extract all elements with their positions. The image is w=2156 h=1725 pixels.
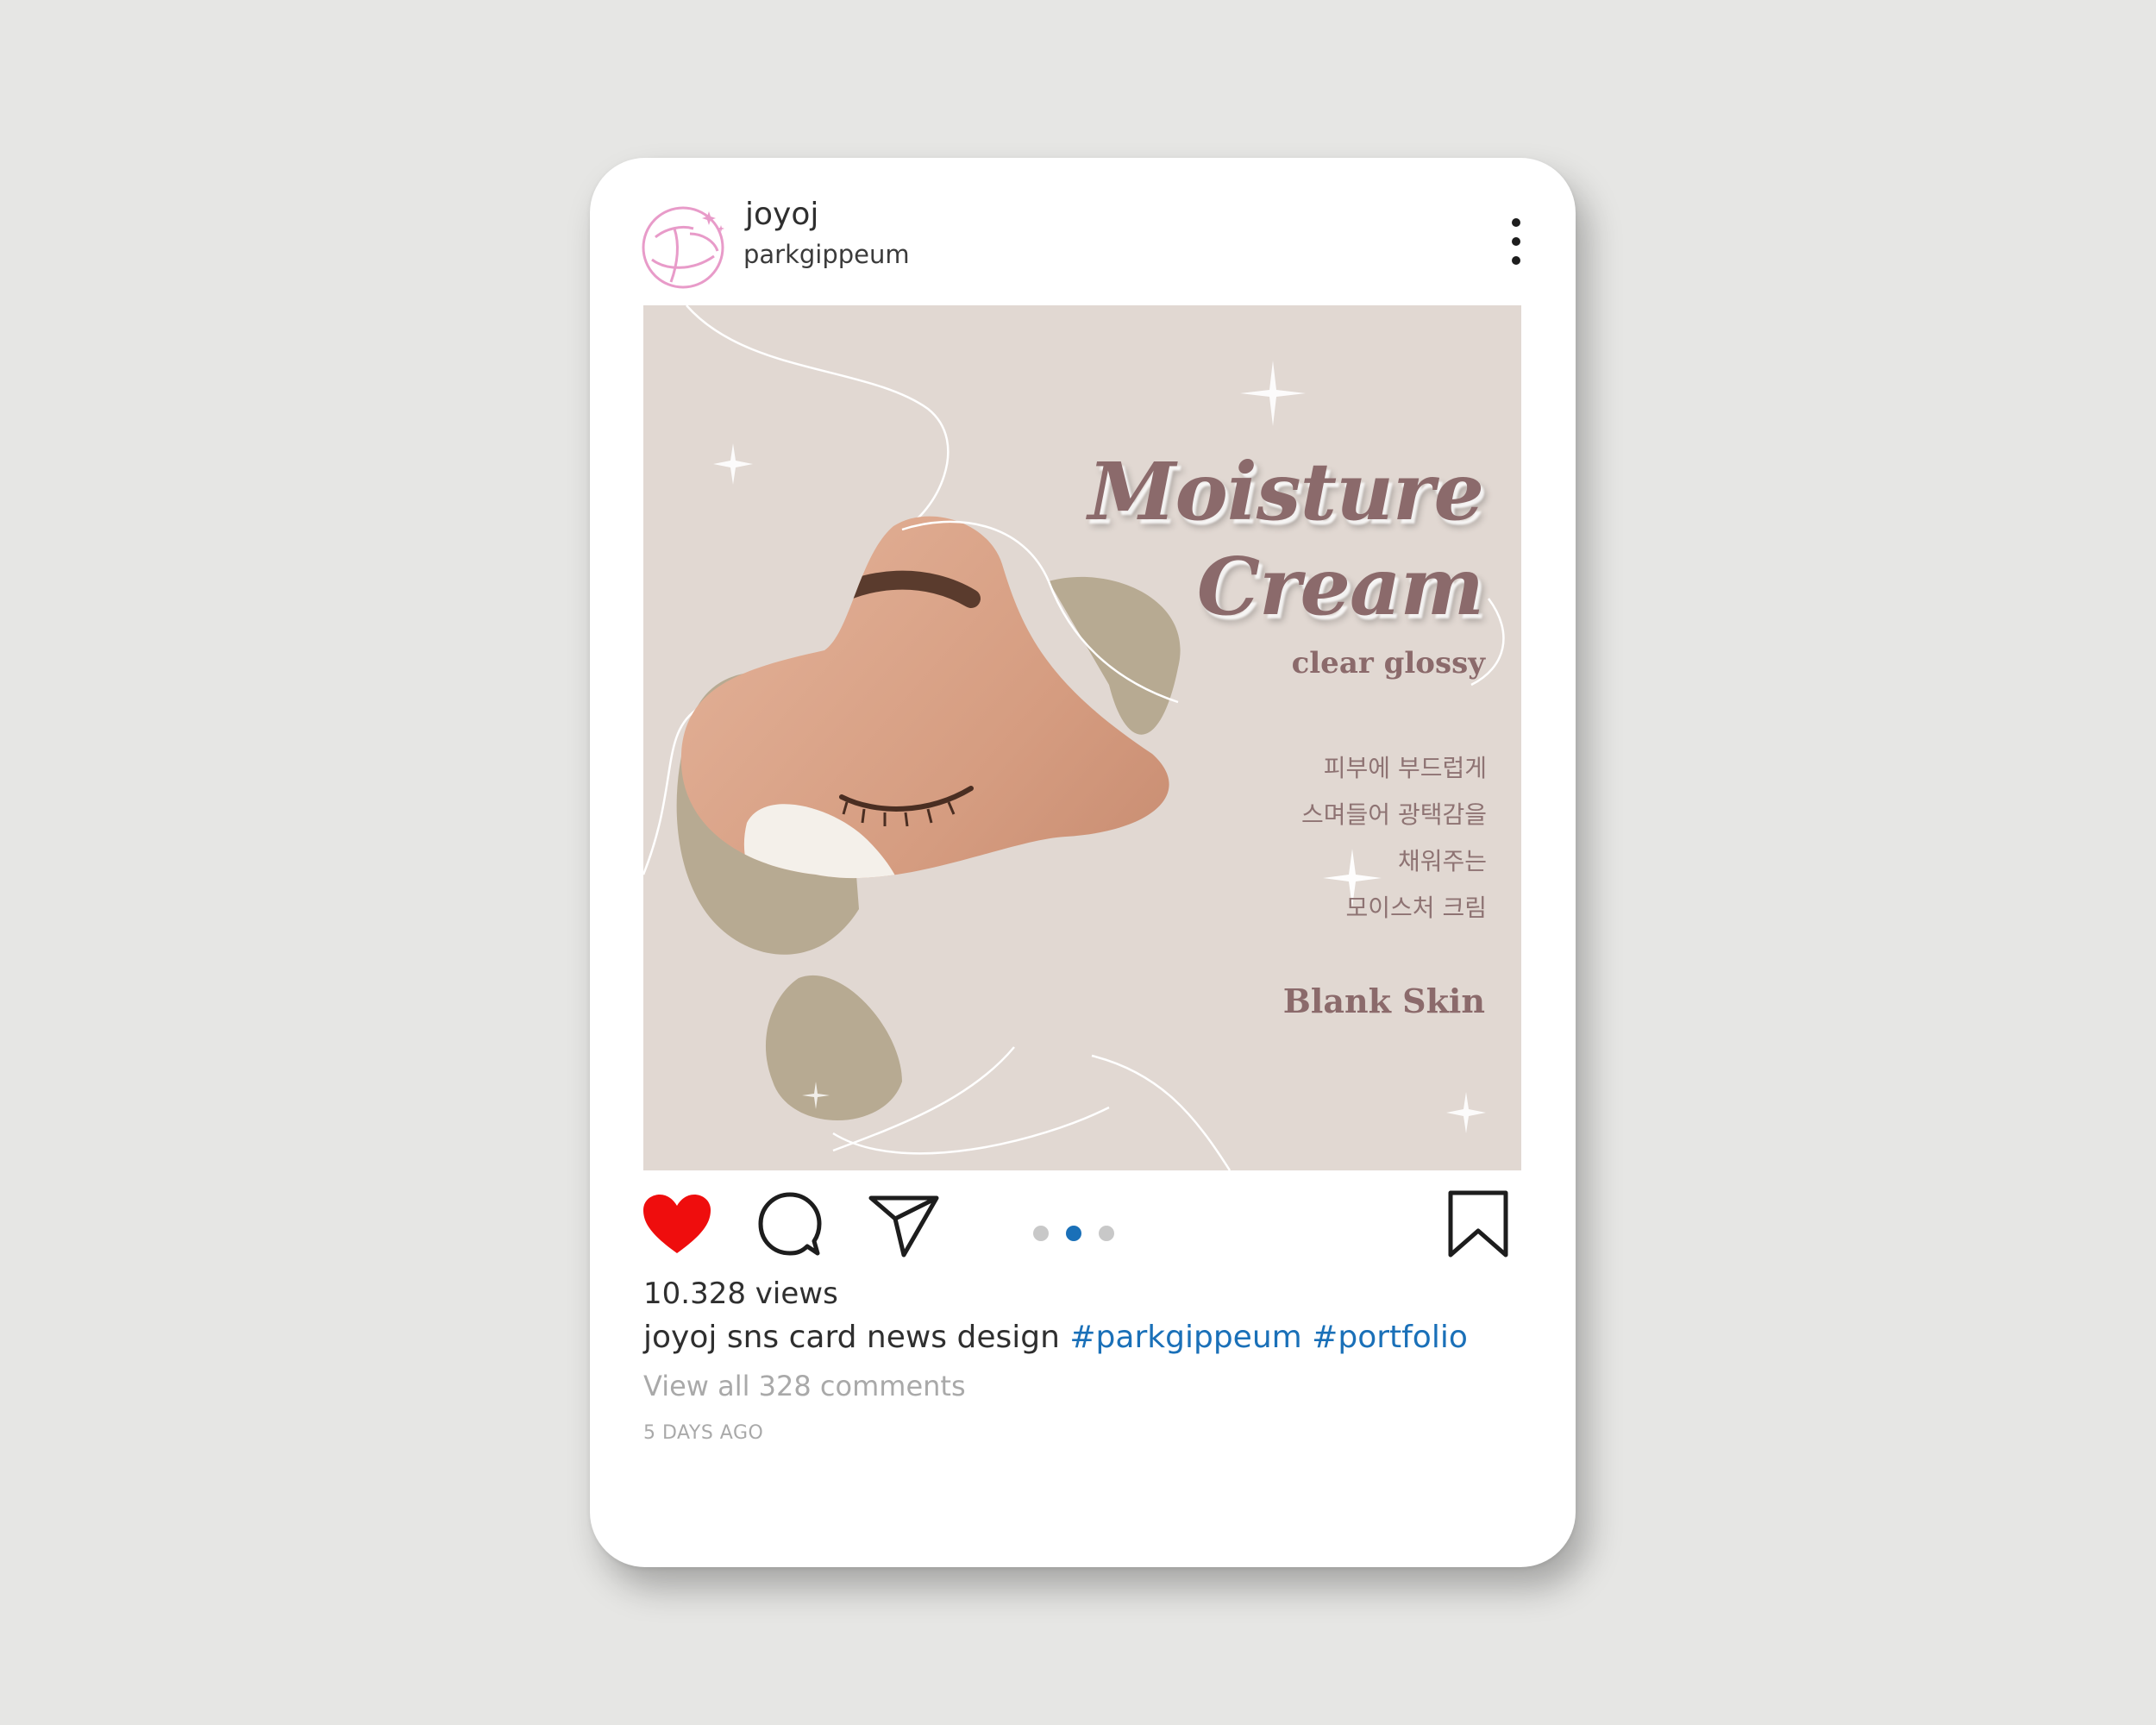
heart-icon — [643, 1195, 711, 1253]
hashtag-portfolio[interactable]: #portfolio — [1312, 1320, 1468, 1355]
like-button[interactable] — [642, 1193, 712, 1258]
post-timestamp: 5 DAYS AGO — [643, 1422, 764, 1444]
comment-icon — [758, 1192, 822, 1256]
share-button[interactable] — [868, 1193, 940, 1262]
post-card: joyoj parkgippeum Moisture Cream clear g… — [590, 158, 1576, 1567]
post-image[interactable]: Moisture Cream clear glossy 피부에 부드럽게 스며들… — [643, 305, 1521, 1170]
joyoj-logo-icon — [642, 206, 724, 289]
post-username[interactable]: joyoj — [745, 199, 818, 230]
caption: joyoj sns card news design #parkgippeum … — [643, 1322, 1468, 1353]
caption-text: sns card news design — [726, 1320, 1060, 1355]
hashtag-parkgippeum[interactable]: #parkgippeum — [1069, 1320, 1301, 1355]
carousel-indicator[interactable] — [1033, 1222, 1116, 1241]
post-handle: parkgippeum — [743, 240, 910, 269]
caption-username[interactable]: joyoj — [643, 1320, 717, 1355]
more-options-button[interactable] — [1506, 218, 1526, 265]
view-count: 10.328 views — [643, 1276, 838, 1311]
send-icon — [868, 1195, 939, 1258]
avatar[interactable] — [640, 199, 731, 291]
image-brand: Blank Skin — [1282, 982, 1485, 1020]
carousel-dot — [1099, 1226, 1114, 1241]
save-button[interactable] — [1447, 1189, 1509, 1262]
comment-button[interactable] — [757, 1191, 823, 1260]
more-vertical-icon — [1512, 218, 1520, 227]
post-artwork — [643, 305, 1505, 1170]
bookmark-icon — [1448, 1190, 1508, 1258]
view-comments-link[interactable]: View all 328 comments — [643, 1372, 966, 1400]
carousel-dot — [1033, 1226, 1049, 1241]
image-title-line1: Moisture — [1087, 445, 1484, 538]
image-title-line2: Cream — [1196, 540, 1484, 633]
carousel-dot-active — [1066, 1226, 1081, 1241]
image-korean-copy: 피부에 부드럽게 스며들어 광택감을 채워주는 모이스처 크림 — [1301, 754, 1487, 922]
image-subtitle: clear glossy — [1291, 646, 1485, 681]
